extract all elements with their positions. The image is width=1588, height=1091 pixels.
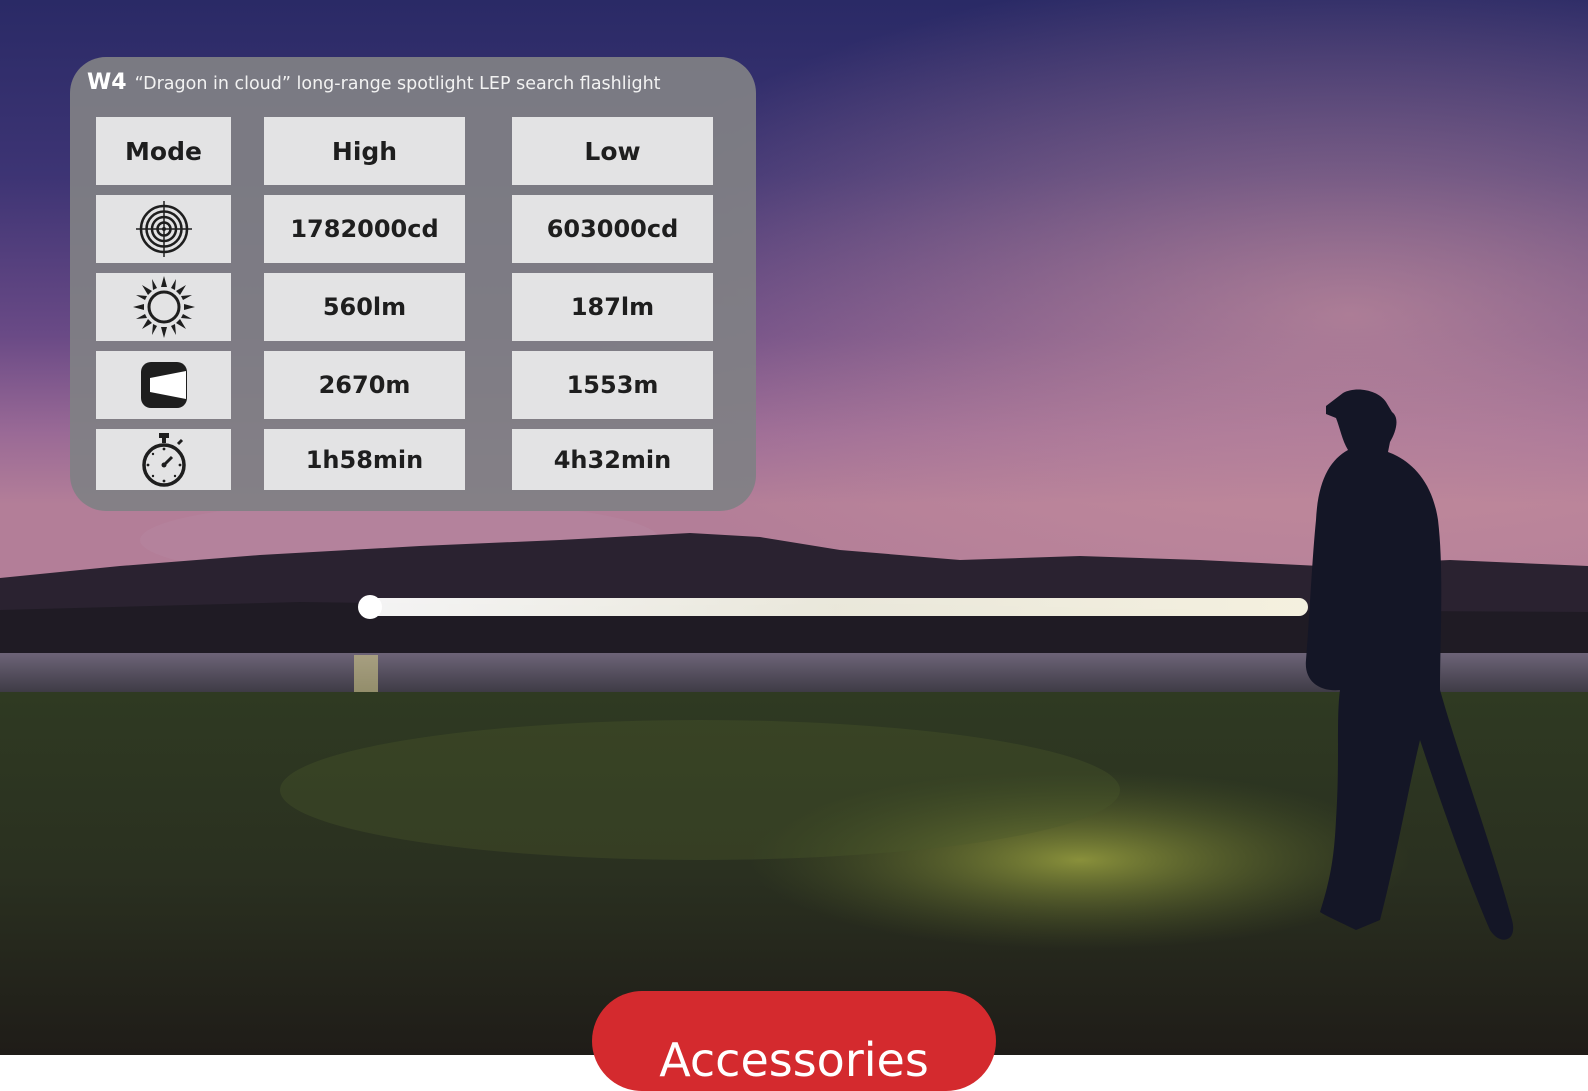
product-name: “Dragon in cloud” long-range spotlight L… xyxy=(134,74,661,94)
beam-distance-icon xyxy=(140,361,188,409)
row-lumens-icon-cell xyxy=(96,273,231,341)
sun-icon xyxy=(132,275,196,339)
runtime-high-value: 1h58min xyxy=(264,429,465,490)
panel-title: W4 “Dragon in cloud” long-range spotlight… xyxy=(87,70,661,95)
lumens-high-value: 560lm xyxy=(264,273,465,341)
distance-low-value: 1553m xyxy=(512,351,713,419)
row-runtime-icon-cell xyxy=(96,429,231,490)
spec-panel: W4 “Dragon in cloud” long-range spotlight… xyxy=(70,57,756,511)
target-icon xyxy=(135,201,192,257)
header-mode: Mode xyxy=(96,117,231,185)
distance-high-value: 2670m xyxy=(264,351,465,419)
intensity-high-value: 1782000cd xyxy=(264,195,465,263)
row-distance-icon-cell xyxy=(96,351,231,419)
stopwatch-icon xyxy=(138,432,190,488)
intensity-low-value: 603000cd xyxy=(512,195,713,263)
runtime-low-value: 4h32min xyxy=(512,429,713,490)
accessories-button[interactable]: Accessories xyxy=(592,991,996,1091)
lumens-low-value: 187lm xyxy=(512,273,713,341)
header-low: Low xyxy=(512,117,713,185)
row-intensity-icon-cell xyxy=(96,195,231,263)
model-label: W4 xyxy=(87,70,127,95)
header-high: High xyxy=(264,117,465,185)
